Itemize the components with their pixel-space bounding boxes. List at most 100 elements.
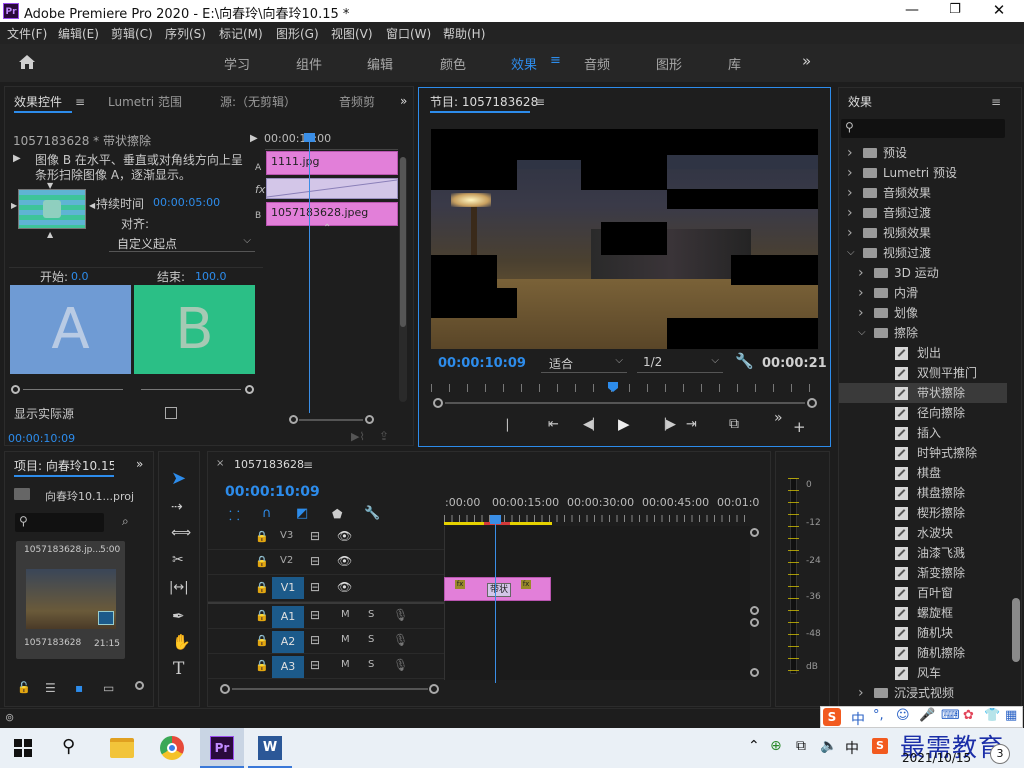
timeline-vertical-scrollbar[interactable]: [750, 528, 762, 678]
file-explorer-icon[interactable]: [110, 738, 134, 758]
menu-help[interactable]: 帮助(H): [443, 25, 485, 42]
chevron-right-icon[interactable]: ›: [858, 303, 864, 323]
effects-folder-item[interactable]: ⌵ 擦除: [839, 323, 1007, 343]
step-back-icon[interactable]: ◀⎸: [583, 417, 606, 432]
transition-block[interactable]: 带状: [487, 583, 511, 597]
track-mute-button[interactable]: M: [341, 609, 350, 620]
program-menu-icon[interactable]: ≡: [535, 90, 545, 114]
effects-folder-item[interactable]: › 沉浸式视频: [839, 683, 1007, 703]
workspace-menu-icon[interactable]: ≡: [550, 53, 561, 68]
end-slider[interactable]: [141, 385, 256, 395]
timeline-horizontal-scrollbar[interactable]: [220, 683, 750, 695]
step-forward-icon[interactable]: ⎹▶: [653, 417, 676, 432]
mini-horizontal-scrollbar[interactable]: [267, 415, 397, 425]
menu-graphics[interactable]: 图形(G): [276, 25, 319, 42]
tab-audio-clip[interactable]: 音频剪: [339, 90, 375, 114]
transition-bar[interactable]: [266, 178, 398, 199]
chevron-right-icon[interactable]: ›: [858, 683, 864, 703]
maximize-button[interactable]: ❐: [940, 2, 970, 20]
selection-tool-icon[interactable]: ➤: [171, 468, 186, 489]
track-lock-icon[interactable]: 🔒: [255, 581, 269, 594]
ime-user-icon[interactable]: 👕: [984, 708, 1000, 723]
resolution-dropdown[interactable]: 1/2 ⌵: [637, 353, 723, 373]
track-a1-label[interactable]: A1: [272, 606, 304, 628]
snap-nest-icon[interactable]: ⸬: [229, 506, 240, 524]
home-icon[interactable]: [18, 54, 36, 70]
chevron-down-icon[interactable]: ⌵: [847, 243, 855, 263]
ime-emoji-icon[interactable]: ☺: [896, 708, 910, 723]
timeline-settings-icon[interactable]: 🔧: [364, 506, 380, 521]
play-transition-icon[interactable]: ▶: [13, 153, 21, 164]
effects-panel-title[interactable]: 效果: [848, 90, 872, 114]
mini-playhead[interactable]: [304, 133, 315, 413]
effects-scrollbar[interactable]: [1012, 598, 1020, 662]
mini-vertical-scrollbar[interactable]: [399, 157, 407, 402]
sequence-menu-icon[interactable]: ≡: [303, 453, 313, 477]
effects-preset-item[interactable]: 随机擦除: [839, 643, 1007, 663]
effects-preset-item[interactable]: 径向擦除: [839, 403, 1007, 423]
chevron-down-icon[interactable]: ⌵: [858, 323, 866, 343]
premiere-taskbar-icon[interactable]: Pr: [200, 728, 244, 768]
tab-source[interactable]: 源:（无剪辑）: [220, 90, 296, 114]
close-sequence-icon[interactable]: ×: [216, 458, 224, 469]
effects-preset-item[interactable]: 油漆飞溅: [839, 543, 1007, 563]
play-only-audio-icon[interactable]: ▶⌇: [351, 430, 365, 443]
type-tool-icon[interactable]: T: [173, 659, 184, 679]
chevron-right-icon[interactable]: ›: [847, 143, 853, 163]
add-marker-icon[interactable]: ⬟: [332, 507, 342, 521]
preview-arrow-right-icon[interactable]: ◀: [89, 201, 95, 210]
track-a3-label[interactable]: A3: [272, 656, 304, 678]
clip-a-bar[interactable]: 1111.jpg: [266, 151, 398, 175]
freeform-view-icon[interactable]: ▭: [103, 681, 114, 695]
program-timecode[interactable]: 00:00:10:09: [438, 356, 526, 371]
track-solo-button[interactable]: S: [368, 659, 374, 670]
workspace-tab-effects[interactable]: 效果: [511, 54, 537, 73]
linked-selection-icon[interactable]: ◩: [296, 506, 308, 521]
ripple-edit-tool-icon[interactable]: ⟺: [171, 525, 191, 541]
track-eye-icon[interactable]: 👁: [337, 580, 352, 594]
menu-file[interactable]: 文件(F): [7, 25, 47, 42]
track-lock-icon[interactable]: 🔒: [255, 555, 269, 568]
slip-tool-icon[interactable]: |↔|: [169, 580, 189, 595]
duration-value[interactable]: 00:00:05:00: [153, 196, 220, 209]
play-button[interactable]: ▶: [618, 415, 630, 433]
show-actual-source-checkbox[interactable]: [165, 407, 177, 419]
chevron-right-icon[interactable]: ›: [847, 203, 853, 223]
mini-timeline-play-icon[interactable]: ▶: [250, 133, 258, 144]
minimize-button[interactable]: —: [897, 2, 927, 20]
timeline-track-area[interactable]: [444, 526, 750, 680]
tray-chevron-up-icon[interactable]: ⌃: [748, 738, 760, 754]
effects-folder-item[interactable]: › 视频效果: [839, 223, 1007, 243]
chevron-right-icon[interactable]: ›: [858, 263, 864, 283]
tray-volume-icon[interactable]: 🔈: [820, 738, 837, 754]
alignment-dropdown[interactable]: 自定义起点 ⌵: [109, 234, 255, 252]
program-zoom-scrollbar[interactable]: [433, 397, 818, 409]
menu-sequence[interactable]: 序列(S): [165, 25, 206, 42]
mark-out-icon[interactable]: ⎸: [507, 418, 520, 433]
track-solo-button[interactable]: S: [368, 634, 374, 645]
effects-folder-item[interactable]: › Lumetri 预设: [839, 163, 1007, 183]
track-lock-icon[interactable]: 🔒: [255, 609, 269, 622]
effects-search-input[interactable]: ⚲: [841, 119, 1005, 138]
chevron-right-icon[interactable]: ›: [847, 163, 853, 183]
notification-icon[interactable]: 3: [990, 744, 1010, 764]
razor-tool-icon[interactable]: ✂: [172, 552, 184, 568]
track-solo-button[interactable]: S: [368, 609, 374, 620]
effects-preset-item[interactable]: 划出: [839, 343, 1007, 363]
track-eye-icon[interactable]: 👁: [337, 554, 352, 568]
tray-sogou-icon[interactable]: S: [872, 738, 888, 754]
effects-folder-item[interactable]: › 音频效果: [839, 183, 1007, 203]
add-button-icon[interactable]: +: [793, 418, 806, 436]
effects-preset-item[interactable]: 随机块: [839, 623, 1007, 643]
effects-preset-item[interactable]: 棋盘擦除: [839, 483, 1007, 503]
ime-voice-icon[interactable]: 🎤: [919, 708, 935, 723]
track-mute-button[interactable]: M: [341, 634, 350, 645]
hand-tool-icon[interactable]: ✋: [172, 633, 191, 651]
export-frame-icon[interactable]: ⇪: [379, 429, 389, 443]
microphone-icon[interactable]: 🎙: [393, 633, 408, 647]
pen-tool-icon[interactable]: ✒: [172, 607, 185, 625]
wrench-icon[interactable]: 🔧: [735, 352, 754, 370]
effects-menu-icon[interactable]: ≡: [991, 90, 1001, 114]
microphone-icon[interactable]: 🎙: [393, 658, 408, 672]
menu-clip[interactable]: 剪辑(C): [111, 25, 153, 42]
